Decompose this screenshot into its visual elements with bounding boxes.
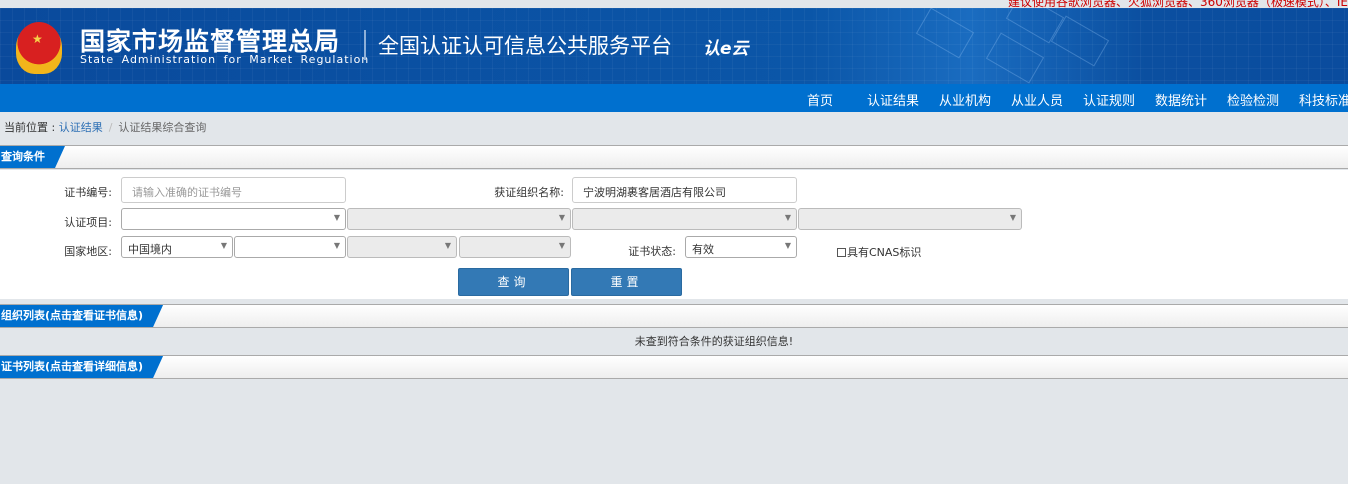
cert-no-input[interactable]: 请输入准确的证书编号 — [121, 177, 346, 203]
status-select[interactable]: 有效 ▼ — [685, 236, 797, 258]
dropdown-arrow-icon: ▼ — [333, 241, 340, 250]
dropdown-arrow-icon: ▼ — [220, 241, 227, 250]
checkbox-icon[interactable] — [837, 247, 846, 257]
project-select-3[interactable]: ▼ — [572, 208, 797, 230]
browser-notice: 建议使用谷歌浏览器、火狐浏览器、360浏览器（极速模式）、IE — [1007, 0, 1348, 8]
breadcrumb: 当前位置 : 认证结果 / 认证结果综合查询 — [4, 121, 207, 134]
status-label: 证书状态: — [628, 245, 676, 258]
project-select-1[interactable]: ▼ — [121, 208, 346, 230]
site-header: ★ 国家市场监督管理总局 State Administration for Ma… — [0, 8, 1348, 84]
cnas-label: 具有CNAS标识 — [847, 246, 922, 259]
project-label: 认证项目: — [64, 216, 112, 229]
region-label: 国家地区: — [64, 245, 112, 258]
renyun-logo: 认e云 — [703, 39, 749, 59]
nav-statistics[interactable]: 数据统计 — [1155, 90, 1207, 109]
national-emblem-icon: ★ — [16, 22, 62, 74]
breadcrumb-link[interactable]: 认证结果 — [59, 121, 103, 134]
region-select-province[interactable]: ▼ — [234, 236, 346, 258]
cert-list-title: 证书列表(点击查看详细信息) — [0, 356, 163, 378]
dropdown-arrow-icon: ▼ — [558, 213, 565, 222]
dropdown-arrow-icon: ▼ — [444, 241, 451, 250]
org-list-header: 组织列表(点击查看证书信息) — [0, 304, 1348, 328]
region-select-district[interactable]: ▼ — [459, 236, 571, 258]
dropdown-arrow-icon: ▼ — [558, 241, 565, 250]
cert-list-header: 证书列表(点击查看详细信息) — [0, 355, 1348, 379]
header-divider — [364, 30, 366, 60]
nav-rules[interactable]: 认证规则 — [1083, 90, 1135, 109]
org-list-title: 组织列表(点击查看证书信息) — [0, 305, 163, 327]
platform-title: 全国认证认可信息公共服务平台 — [378, 34, 672, 58]
dropdown-arrow-icon: ▼ — [784, 241, 791, 250]
nav-testing[interactable]: 检验检测 — [1227, 90, 1279, 109]
breadcrumb-prefix: 当前位置 : — [4, 121, 56, 134]
project-select-4[interactable]: ▼ — [798, 208, 1022, 230]
nav-home[interactable]: 首页 — [807, 90, 833, 109]
org-list-empty-message: 未查到符合条件的获证组织信息! — [634, 335, 794, 348]
nav-personnel[interactable]: 从业人员 — [1011, 90, 1063, 109]
agency-name-en: State Administration for Market Regulati… — [80, 53, 370, 66]
query-section-header: 查询条件 — [0, 145, 1348, 169]
nav-standards[interactable]: 科技标准 — [1299, 90, 1348, 109]
region-select-city[interactable]: ▼ — [347, 236, 457, 258]
nav-cert-results[interactable]: 认证结果 — [867, 90, 919, 109]
project-select-2[interactable]: ▼ — [347, 208, 571, 230]
reset-button[interactable]: 重置 — [571, 268, 682, 296]
status-value: 有效 — [692, 243, 714, 256]
cert-no-label: 证书编号: — [64, 186, 112, 199]
cnas-checkbox[interactable]: 具有CNAS标识 — [837, 244, 921, 260]
dropdown-arrow-icon: ▼ — [333, 213, 340, 222]
org-name-input[interactable]: 宁波明湖裹客居酒店有限公司 — [572, 177, 797, 203]
top-notice-bar: 建议使用谷歌浏览器、火狐浏览器、360浏览器（极速模式）、IE — [0, 0, 1348, 8]
nav-institutions[interactable]: 从业机构 — [939, 90, 991, 109]
org-name-label: 获证组织名称: — [494, 186, 564, 199]
dropdown-arrow-icon: ▼ — [1009, 213, 1016, 222]
region-select-country[interactable]: 中国境内 ▼ — [121, 236, 233, 258]
query-section-title: 查询条件 — [0, 146, 65, 168]
main-nav: 首页 认证结果 从业机构 从业人员 认证规则 数据统计 检验检测 科技标准 — [0, 84, 1348, 112]
dropdown-arrow-icon: ▼ — [784, 213, 791, 222]
search-button[interactable]: 查询 — [458, 268, 569, 296]
region-value: 中国境内 — [128, 243, 172, 256]
breadcrumb-current: 认证结果综合查询 — [118, 121, 207, 134]
